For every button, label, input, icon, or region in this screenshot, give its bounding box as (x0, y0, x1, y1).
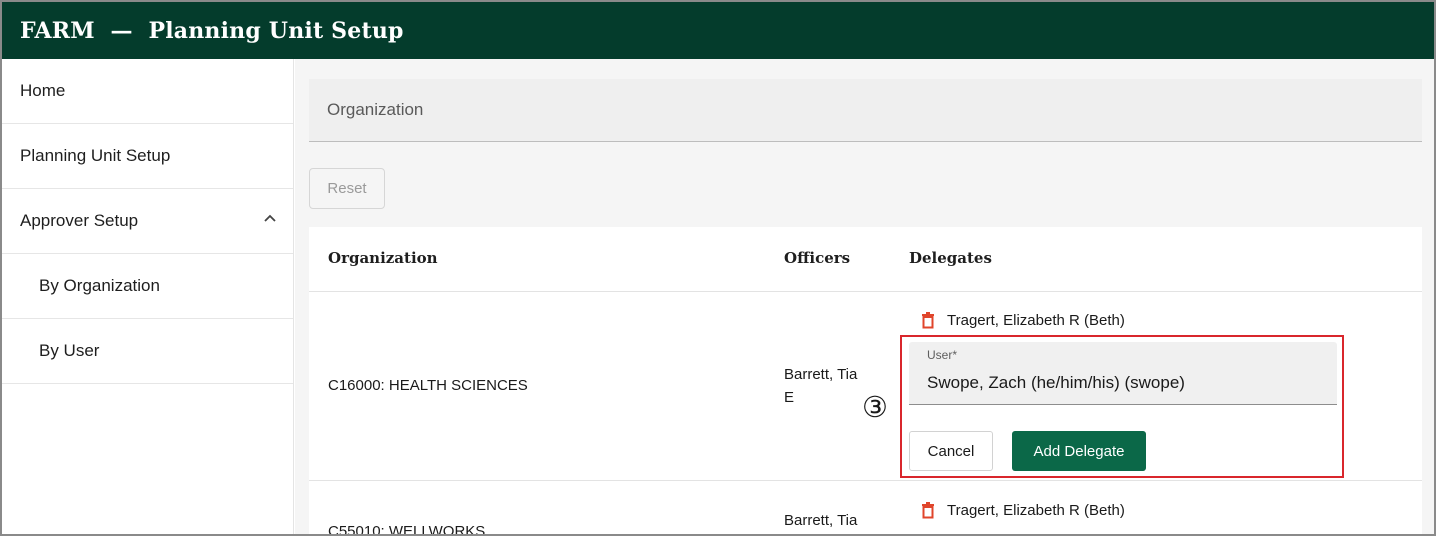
sidebar-item-approver-setup[interactable]: Approver Setup (2, 189, 293, 254)
column-header-organization[interactable]: Organization (328, 249, 438, 267)
reset-button[interactable]: Reset (309, 168, 385, 209)
sidebar-item-label: By Organization (39, 276, 160, 295)
add-delegate-button[interactable]: Add Delegate (1012, 431, 1146, 471)
app-header: FARM — Planning Unit Setup (2, 2, 1434, 59)
sidebar: Home Planning Unit Setup Approver Setup … (2, 59, 294, 534)
delete-icon[interactable] (921, 502, 935, 519)
column-header-delegates[interactable]: Delegates (909, 249, 992, 267)
section-header: Organization (309, 79, 1422, 142)
user-field[interactable]: User* Swope, Zach (he/him/his) (swope) (909, 342, 1337, 405)
chevron-up-icon[interactable] (263, 211, 277, 225)
delegate-item: Tragert, Elizabeth R (Beth) (921, 502, 1125, 519)
sidebar-item-planning-unit-setup[interactable]: Planning Unit Setup (2, 124, 293, 189)
cancel-button[interactable]: Cancel (909, 431, 993, 471)
user-field-value: Swope, Zach (he/him/his) (swope) (927, 373, 1185, 392)
section-title: Organization (327, 100, 424, 119)
sidebar-item-label: Approver Setup (20, 211, 139, 230)
officer-cell-line: Barrett, Tia (784, 512, 858, 529)
column-header-officers[interactable]: Officers (784, 249, 850, 267)
sidebar-item-label: Home (20, 81, 66, 100)
row-divider (309, 291, 1422, 292)
user-field-label: User* (927, 348, 958, 362)
step-marker: ③ (862, 390, 888, 424)
sidebar-item-by-user[interactable]: By User (2, 319, 293, 384)
delegate-name: Tragert, Elizabeth R (Beth) (947, 312, 1125, 329)
row-divider (309, 480, 1422, 481)
delegate-item: Tragert, Elizabeth R (Beth) (921, 312, 1125, 329)
delegate-name: Tragert, Elizabeth R (Beth) (947, 502, 1125, 519)
organization-cell: C55010: WELLWORKS (328, 523, 486, 536)
sidebar-item-label: By User (39, 341, 100, 360)
sidebar-item-by-organization[interactable]: By Organization (2, 254, 293, 319)
sidebar-item-home[interactable]: Home (2, 59, 293, 124)
sidebar-item-label: Planning Unit Setup (20, 146, 171, 165)
officer-cell-line: Barrett, Tia (784, 366, 858, 383)
officer-cell-line: E (784, 389, 795, 406)
delete-icon[interactable] (921, 312, 935, 329)
organization-cell: C16000: HEALTH SCIENCES (328, 377, 528, 394)
app-window: FARM — Planning Unit Setup Home Planning… (0, 0, 1436, 536)
app-title: FARM — Planning Unit Setup (20, 17, 404, 44)
